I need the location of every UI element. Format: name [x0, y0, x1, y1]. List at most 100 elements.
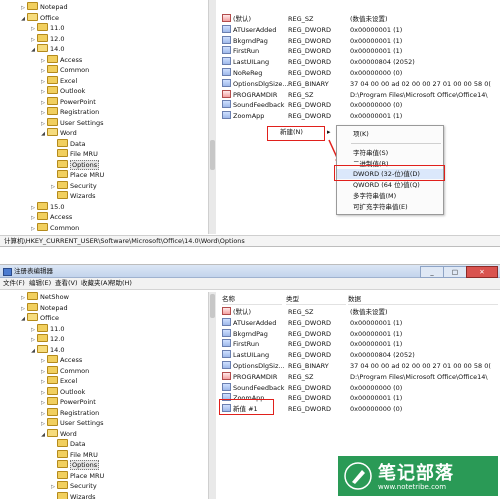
expand-icon[interactable]: ▷: [20, 293, 26, 303]
tree-node[interactable]: ▷Access: [40, 355, 82, 365]
value-row[interactable]: LastUILangREG_DWORD0x00000804 (2052): [222, 350, 500, 360]
value-row[interactable]: SoundFeedbackREG_DWORD0x00000000 (0): [222, 383, 500, 393]
menu-bar-item[interactable]: 帮助(H): [109, 278, 132, 289]
menu-bar-item[interactable]: 文件(F): [3, 278, 25, 289]
expand-icon[interactable]: ▷: [40, 419, 46, 429]
maximize-button[interactable]: □: [443, 266, 467, 278]
expand-icon[interactable]: ▷: [30, 335, 36, 345]
tree-node[interactable]: ▷Outlook: [40, 387, 85, 397]
tree-node[interactable]: Data: [50, 439, 86, 449]
tree-node[interactable]: ▷Access: [30, 212, 72, 222]
value-row[interactable]: OptionsDlgSiz...REG_BINARY37 04 00 00 ad…: [222, 361, 500, 371]
collapse-icon[interactable]: ◢: [30, 346, 36, 356]
bottom-tree-scrollbar[interactable]: [208, 292, 216, 499]
tree-node[interactable]: Data: [50, 139, 86, 149]
tree-node[interactable]: Wizards: [50, 191, 96, 201]
tree-node[interactable]: ▷11.0: [30, 23, 64, 33]
tree-node[interactable]: ▷Notepad: [20, 2, 68, 12]
collapse-icon[interactable]: ◢: [30, 45, 36, 55]
tree-node[interactable]: ▷Registration: [40, 107, 99, 117]
value-row[interactable]: ATUserAddedREG_DWORD0x00000001 (1): [222, 25, 500, 35]
expand-icon[interactable]: ▷: [40, 398, 46, 408]
tree-node[interactable]: ▷15.0: [30, 202, 64, 212]
new-menu-item[interactable]: 新建(N): [270, 127, 322, 138]
collapse-icon[interactable]: ◢: [20, 14, 26, 24]
expand-icon[interactable]: ▷: [40, 108, 46, 118]
value-row[interactable]: ATUserAddedREG_DWORD0x00000001 (1): [222, 318, 500, 328]
tree-node[interactable]: ◢Office: [20, 13, 59, 23]
menu-item[interactable]: 字符串值(S): [337, 148, 443, 158]
expand-icon[interactable]: ▷: [40, 87, 46, 97]
expand-icon[interactable]: ▷: [40, 66, 46, 76]
value-row[interactable]: ZoomAppREG_DWORD0x00000001 (1): [222, 111, 500, 121]
expand-icon[interactable]: ▷: [30, 35, 36, 45]
expand-icon[interactable]: ▷: [40, 377, 46, 387]
tree-node[interactable]: ▷Security: [50, 181, 97, 191]
value-row[interactable]: (默认)REG_SZ(数值未设置): [222, 14, 500, 24]
expand-icon[interactable]: ▷: [20, 304, 26, 314]
tree-node[interactable]: ▷Common: [40, 65, 89, 75]
menu-item[interactable]: 多字符串值(M): [337, 191, 443, 201]
expand-icon[interactable]: ▷: [30, 224, 36, 234]
menu-item[interactable]: QWORD (64 位)值(Q): [337, 180, 443, 190]
tree-node[interactable]: ◢Word: [40, 429, 77, 439]
close-button[interactable]: ✕: [466, 266, 498, 278]
tree-node[interactable]: ◢14.0: [30, 44, 64, 54]
tree-node[interactable]: ▷12.0: [30, 34, 64, 44]
column-header-name[interactable]: 名称: [222, 294, 282, 305]
collapse-icon[interactable]: ◢: [40, 129, 46, 139]
tree-node[interactable]: ▷PowerPoint: [40, 397, 96, 407]
column-header-type[interactable]: 类型: [286, 294, 346, 305]
tree-node[interactable]: ▷Outlook: [40, 86, 85, 96]
tree-node[interactable]: ▷12.0: [30, 334, 64, 344]
value-row[interactable]: SoundFeedbackREG_DWORD0x00000000 (0): [222, 100, 500, 110]
expand-icon[interactable]: ▷: [50, 482, 56, 492]
expand-icon[interactable]: ▷: [40, 119, 46, 129]
tree-node[interactable]: File MRU: [50, 149, 98, 159]
expand-icon[interactable]: ▷: [40, 56, 46, 66]
tree-node[interactable]: ▷PowerPoint: [40, 97, 96, 107]
expand-icon[interactable]: ▷: [40, 388, 46, 398]
expand-icon[interactable]: ▷: [30, 203, 36, 213]
tree-node[interactable]: ▷Registration: [40, 408, 99, 418]
tree-node[interactable]: ▷Excel: [40, 76, 77, 86]
value-row[interactable]: LastUILangREG_DWORD0x00000804 (2052): [222, 57, 500, 67]
tree-node[interactable]: ▷User Settings: [40, 418, 104, 428]
tree-node[interactable]: ▷11.0: [30, 324, 64, 334]
tree-node[interactable]: ◢Word: [40, 128, 77, 138]
expand-icon[interactable]: ▷: [20, 3, 26, 13]
tree-node[interactable]: ▷Security: [50, 481, 97, 491]
tree-node[interactable]: Place MRU: [50, 170, 104, 180]
tree-node[interactable]: ▷User Settings: [40, 118, 104, 128]
value-row[interactable]: OptionsDlgSize...REG_BINARY37 04 00 00 a…: [222, 79, 500, 89]
bottom-tree-scroll-thumb[interactable]: [210, 294, 215, 318]
tree-node[interactable]: ▷Notepad: [20, 303, 68, 313]
expand-icon[interactable]: ▷: [30, 24, 36, 34]
tree-node[interactable]: ◢Office: [20, 313, 59, 323]
collapse-icon[interactable]: ◢: [40, 430, 46, 440]
value-row[interactable]: NoReRegREG_DWORD0x00000000 (0): [222, 68, 500, 78]
expand-icon[interactable]: ▷: [30, 213, 36, 223]
menu-bar-item[interactable]: 查看(V): [55, 278, 78, 289]
minimize-button[interactable]: _: [420, 266, 444, 278]
expand-icon[interactable]: ▷: [40, 356, 46, 366]
column-header-data[interactable]: 数据: [348, 294, 498, 305]
expand-icon[interactable]: ▷: [40, 367, 46, 377]
value-row[interactable]: BkgrndPagREG_DWORD0x00000001 (1): [222, 329, 500, 339]
tree-node[interactable]: ▷Access: [40, 55, 82, 65]
expand-icon[interactable]: ▷: [30, 325, 36, 335]
tree-node[interactable]: Options: [50, 160, 99, 170]
value-row[interactable]: FirstRunREG_DWORD0x00000001 (1): [222, 46, 500, 56]
menu-bar-item[interactable]: 收藏夹(A): [81, 278, 110, 289]
expand-icon[interactable]: ▷: [40, 77, 46, 87]
value-row[interactable]: BkgrndPagREG_DWORD0x00000001 (1): [222, 36, 500, 46]
value-row[interactable]: PROGRAMDIRREG_SZD:\Program Files\Microso…: [222, 372, 500, 382]
menu-item[interactable]: 可扩充字符串值(E): [337, 202, 443, 212]
tree-node[interactable]: ▷Excel: [40, 376, 77, 386]
menu-item[interactable]: 项(K): [337, 129, 443, 139]
expand-icon[interactable]: ▷: [40, 98, 46, 108]
tree-node[interactable]: Options: [50, 460, 99, 470]
tree-node[interactable]: File MRU: [50, 450, 98, 460]
value-row[interactable]: PROGRAMDIRREG_SZD:\Program Files\Microso…: [222, 90, 500, 100]
top-tree-scroll-thumb[interactable]: [210, 140, 215, 170]
